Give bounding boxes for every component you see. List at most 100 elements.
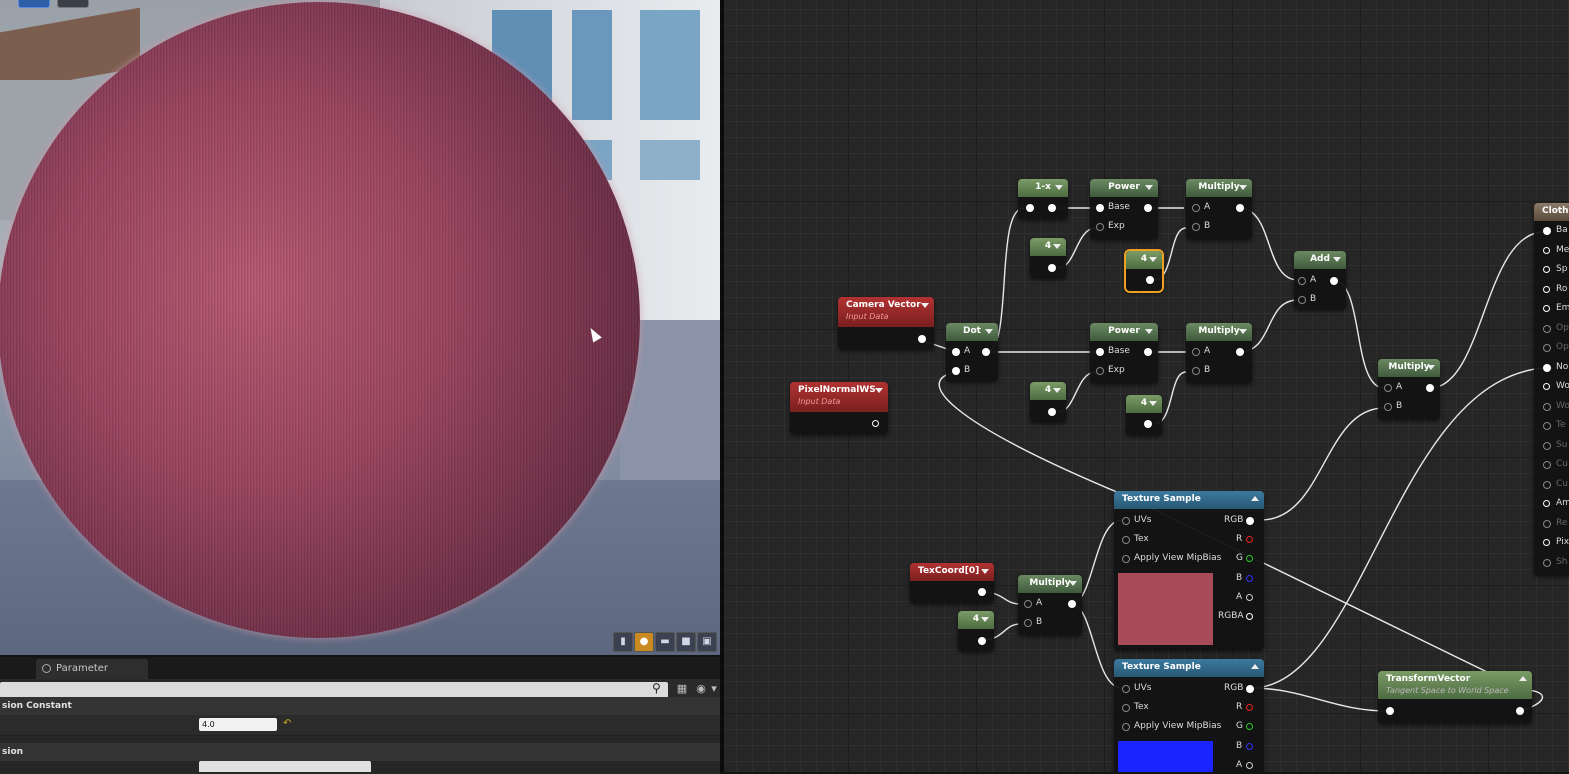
input-pin[interactable] [1298, 277, 1306, 285]
search-input[interactable] [0, 682, 668, 698]
tab-parameter-defaults[interactable]: Parameter Defaults [36, 659, 148, 694]
node-constant[interactable]: 4 [1126, 395, 1162, 435]
output-pin[interactable] [1068, 600, 1076, 608]
output-pin[interactable] [982, 348, 990, 356]
search-icon[interactable]: ⚲ [652, 681, 661, 695]
input-pin[interactable] [1096, 223, 1104, 231]
plane-preview-icon[interactable]: ▬ [655, 632, 675, 652]
input-pin[interactable] [1122, 685, 1130, 693]
input-pin[interactable] [1543, 364, 1551, 372]
output-pin[interactable] [872, 420, 879, 427]
output-pin[interactable] [1426, 384, 1434, 392]
chevron-down-icon[interactable] [1239, 185, 1247, 190]
input-pin[interactable] [1096, 367, 1104, 375]
node-camera-vector[interactable]: Camera Vector Input Data [838, 297, 934, 349]
node-power[interactable]: Power Base Exp [1090, 323, 1158, 383]
chevron-down-icon[interactable] [1055, 185, 1063, 190]
output-pin[interactable] [1246, 594, 1253, 601]
node-transform-vector[interactable]: TransformVector Tangent Space to World S… [1378, 671, 1532, 723]
output-pin[interactable] [1246, 762, 1253, 769]
output-pin[interactable] [1048, 408, 1056, 416]
chevron-down-icon[interactable] [1427, 365, 1435, 370]
category-header[interactable]: sion Constant [0, 697, 720, 715]
material-preview-viewport[interactable]: ▮ ● ▬ ■ ▣ [0, 0, 720, 655]
chevron-down-icon[interactable] [1333, 257, 1341, 262]
input-pin[interactable] [1026, 204, 1034, 212]
chevron-down-icon[interactable] [1149, 401, 1157, 406]
input-pin[interactable] [1384, 403, 1392, 411]
node-dot[interactable]: Dot A B [946, 323, 998, 381]
output-pin[interactable] [1048, 264, 1056, 272]
input-pin[interactable] [1543, 247, 1550, 254]
input-pin[interactable] [1024, 600, 1032, 608]
input-pin[interactable] [1122, 555, 1130, 563]
input-pin[interactable] [1122, 704, 1130, 712]
input-pin[interactable] [1192, 367, 1200, 375]
constant-value-field[interactable]: 4.0 [199, 718, 277, 731]
input-pin[interactable] [1543, 481, 1551, 489]
node-multiply[interactable]: Multiply A B [1018, 575, 1082, 635]
input-pin[interactable] [1543, 305, 1550, 312]
input-pin[interactable] [1543, 403, 1551, 411]
chevron-down-icon[interactable] [875, 388, 883, 393]
input-pin[interactable] [1543, 500, 1550, 507]
chevron-up-icon[interactable] [1251, 496, 1259, 501]
node-constant-selected[interactable]: 4 [1126, 251, 1162, 291]
node-multiply[interactable]: Multiply A B [1186, 323, 1252, 383]
cube-preview-icon[interactable]: ■ [676, 632, 696, 652]
node-power[interactable]: Power Base Exp [1090, 179, 1158, 239]
node-texture-sample[interactable]: Texture Sample UVs Tex Apply View MipBia… [1114, 659, 1264, 772]
output-pin[interactable] [1144, 420, 1152, 428]
output-pin[interactable] [1246, 704, 1253, 711]
output-pin[interactable] [1246, 517, 1254, 525]
input-pin[interactable] [1543, 325, 1551, 333]
node-add[interactable]: Add A B [1294, 251, 1346, 309]
chevron-down-icon[interactable] [921, 303, 929, 308]
node-multiply[interactable]: Multiply A B [1186, 179, 1252, 239]
node-material-result[interactable]: Cloth Ba Me Sp Ro Em Op Op No Wo Wo Te S… [1534, 203, 1569, 575]
chevron-down-icon[interactable] [1149, 257, 1157, 262]
output-pin[interactable] [1246, 723, 1253, 730]
input-pin[interactable] [1543, 227, 1551, 235]
output-pin[interactable] [1516, 707, 1524, 715]
output-pin[interactable] [918, 335, 926, 343]
output-pin[interactable] [1246, 575, 1253, 582]
input-pin[interactable] [1122, 517, 1130, 525]
input-pin[interactable] [1096, 348, 1104, 356]
input-pin[interactable] [1543, 461, 1551, 469]
output-pin[interactable] [1246, 536, 1253, 543]
chevron-down-icon[interactable] [981, 617, 989, 622]
input-pin[interactable] [1024, 619, 1032, 627]
input-pin[interactable] [1122, 536, 1130, 544]
output-pin[interactable] [978, 637, 986, 645]
input-pin[interactable] [1543, 442, 1551, 450]
output-pin[interactable] [1330, 277, 1338, 285]
chevron-down-icon[interactable] [1145, 329, 1153, 334]
chevron-down-icon[interactable] [1053, 244, 1061, 249]
input-pin[interactable] [1384, 384, 1392, 392]
output-pin[interactable] [1144, 204, 1152, 212]
output-pin[interactable] [1246, 555, 1253, 562]
chevron-up-icon[interactable] [1251, 664, 1259, 669]
material-graph[interactable]: 1-x Power Base Exp Multiply A B 4 4 Add [724, 0, 1569, 772]
input-pin[interactable] [952, 367, 960, 375]
chevron-down-icon[interactable] [1069, 581, 1077, 586]
input-pin[interactable] [1543, 559, 1551, 567]
reset-arrow-icon[interactable]: ↶ [283, 718, 291, 729]
input-pin[interactable] [1543, 286, 1550, 293]
input-pin[interactable] [1543, 539, 1550, 546]
output-pin[interactable] [1048, 204, 1056, 212]
input-pin[interactable] [1122, 723, 1130, 731]
chevron-down-icon[interactable] [985, 329, 993, 334]
custom-mesh-icon[interactable]: ▣ [697, 632, 717, 652]
chevron-down-icon[interactable] [1145, 185, 1153, 190]
viewport-top-button[interactable] [57, 0, 89, 8]
input-pin[interactable] [1192, 348, 1200, 356]
output-pin[interactable] [1246, 743, 1253, 750]
output-pin[interactable] [1246, 613, 1253, 620]
input-pin[interactable] [1543, 266, 1550, 273]
node-texcoord[interactable]: TexCoord[0] [910, 563, 994, 603]
input-pin[interactable] [1192, 204, 1200, 212]
node-constant[interactable]: 4 [958, 611, 994, 651]
chevron-down-icon[interactable] [981, 569, 989, 574]
